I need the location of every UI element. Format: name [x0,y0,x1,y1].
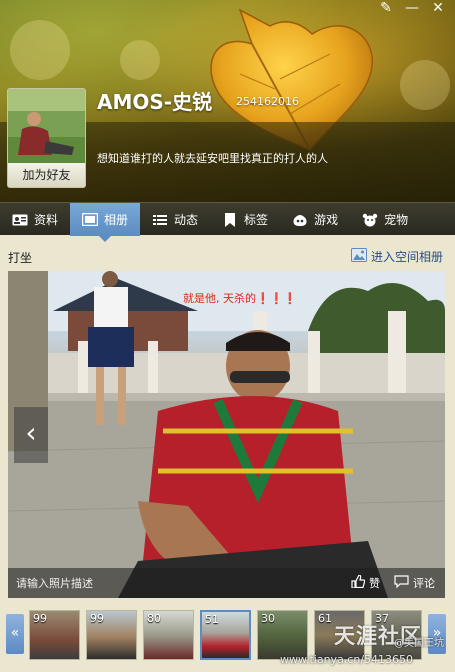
game-icon [292,213,308,227]
like-label: 赞 [369,577,380,590]
tab-games[interactable]: 游戏 [280,203,350,236]
thumbnail-count: 51 [205,613,219,626]
thumbnail-count: 80 [147,612,161,625]
background-bokeh [400,60,450,110]
avatar-card: 加为好友 [7,88,86,188]
tab-label: 相册 [104,213,129,227]
thumbnail[interactable]: 99 [86,610,137,660]
avatar[interactable] [8,89,85,163]
profile-nav-tabs: 资料 相册 动态 标签 游戏 宠物 [0,202,455,242]
close-button[interactable]: ✕ [427,0,449,18]
tab-label: 宠物 [384,213,409,227]
tab-tags[interactable]: 标签 [210,203,280,236]
thumbnail[interactable]: 80 [143,610,194,660]
photo-actions: 赞 评论 [351,574,435,591]
background-bokeh [10,20,70,80]
tab-album[interactable]: 相册 [70,203,141,242]
background-bokeh [120,40,160,80]
add-friend-button[interactable]: 加为好友 [8,163,85,187]
double-chevron-left-icon: « [10,625,20,641]
tab-pets[interactable]: 宠物 [350,203,420,236]
album-title: 打坐 [8,251,33,265]
comment-button[interactable]: 评论 [394,575,435,591]
enter-album-label: 进入空间相册 [370,250,443,264]
thumbnail-count: 99 [33,612,47,625]
thumbnail-count: 61 [318,612,332,625]
tab-label: 标签 [244,213,269,227]
minimize-button[interactable]: — [401,0,423,18]
window-controls: ✎ — ✕ [375,0,449,18]
enter-album-link[interactable]: 进入空间相册 [350,248,443,265]
list-icon [152,213,168,227]
photo-scene [8,271,445,598]
photo-footer: 请输入照片描述 赞 评论 [8,568,445,598]
chevron-left-icon: ‹ [25,416,37,449]
pet-icon [362,213,378,227]
watermark-url: www.tianya.cn/5413650 [280,653,414,666]
like-button[interactable]: 赞 [351,574,380,591]
photo-caption: 就是他, 天杀的❗❗❗ [183,292,298,305]
qq-number: 254162016 [236,95,299,108]
album-link-icon [350,248,367,265]
watermark-handle: @美国王坑 [394,638,444,649]
tab-label: 资料 [34,213,59,227]
thumbnail-count: 30 [261,612,275,625]
signature-text: 想知道谁打的人就去延安吧里找真正的打人的人 [97,152,328,165]
main-photo[interactable]: 就是他, 天杀的❗❗❗ ‹ 请输入照片描述 赞 评论 [8,271,445,598]
previous-photo-button[interactable]: ‹ [14,407,48,463]
album-bar: 打坐 进入空间相册 [0,240,455,270]
photo-description-input[interactable]: 请输入照片描述 [16,575,93,591]
tab-label: 动态 [174,213,199,227]
thumbnail-count: 99 [90,612,104,625]
tab-profile[interactable]: 资料 [0,203,70,236]
tab-label: 游戏 [314,213,339,227]
thumbs-up-icon [351,574,366,591]
comment-bubble-icon [394,575,409,591]
photo-album-icon [82,213,99,227]
id-card-icon [12,213,28,227]
thumbnail[interactable]: 99 [29,610,80,660]
bookmark-icon [222,212,238,227]
profile-header: ✎ — ✕ 加为好友 AMOS-史锐 254162016 想知道谁打的人就去延安… [0,0,455,202]
comment-label: 评论 [413,577,435,590]
thumbnail-selected[interactable]: 51 [200,610,251,660]
user-name: AMOS-史锐 [97,90,213,114]
thumbnails-prev-button[interactable]: « [6,614,24,654]
edit-icon[interactable]: ✎ [375,0,397,18]
tab-feed[interactable]: 动态 [140,203,210,236]
